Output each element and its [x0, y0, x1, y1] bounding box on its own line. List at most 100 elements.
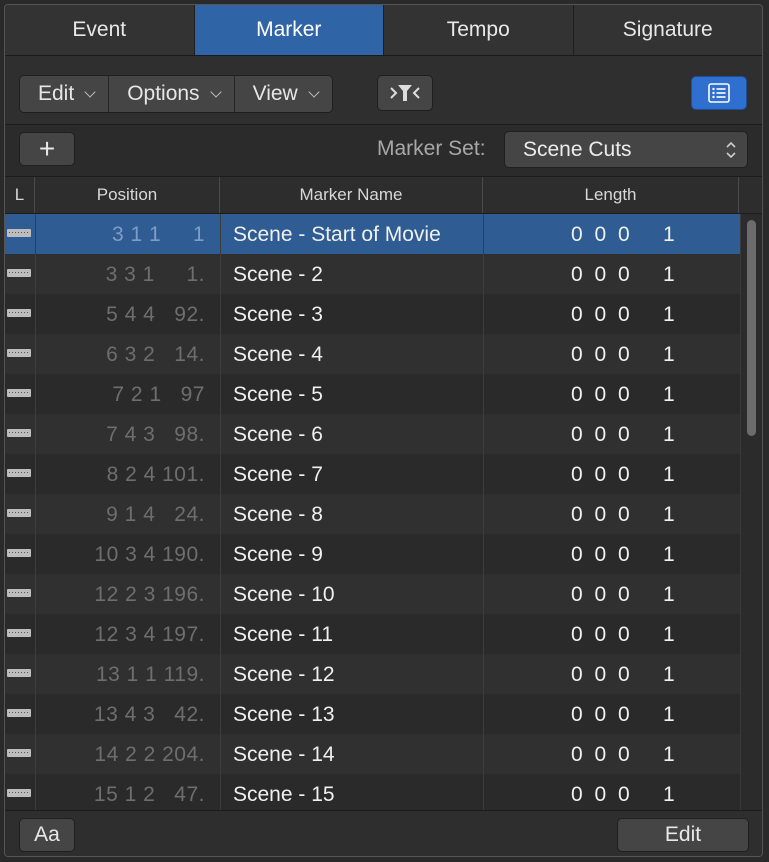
table-row[interactable]: 13 4 3 42. Scene - 13 0 0 0 1: [5, 694, 740, 734]
table-row[interactable]: 14 2 2 204. Scene - 14 0 0 0 1: [5, 734, 740, 774]
marker-length[interactable]: 0 0 0: [571, 623, 633, 647]
marker-length[interactable]: 0 0 0: [571, 503, 633, 527]
marker-lock-icon[interactable]: [7, 549, 31, 557]
marker-length[interactable]: 0 0 0: [571, 703, 633, 727]
list-view-button[interactable]: [691, 76, 747, 110]
marker-length-ticks[interactable]: 1: [663, 503, 675, 527]
marker-length[interactable]: 0 0 0: [571, 263, 633, 287]
table-row[interactable]: 12 3 4 197. Scene - 11 0 0 0 1: [5, 614, 740, 654]
marker-position[interactable]: 12 2 3 196.: [37, 583, 205, 607]
marker-lock-icon[interactable]: [7, 349, 31, 357]
marker-name[interactable]: Scene - 4: [233, 343, 323, 367]
marker-lock-icon[interactable]: [7, 709, 31, 717]
tab-tempo[interactable]: Tempo: [384, 5, 574, 55]
marker-length-ticks[interactable]: 1: [663, 303, 675, 327]
table-row[interactable]: 3 3 1 1. Scene - 2 0 0 0 1: [5, 254, 740, 294]
marker-position[interactable]: 5 4 4 92.: [37, 303, 205, 327]
marker-length[interactable]: 0 0 0: [571, 783, 633, 807]
marker-position[interactable]: 3 1 1 1: [37, 223, 205, 247]
marker-set-select[interactable]: Scene Cuts: [504, 131, 748, 168]
marker-lock-icon[interactable]: [7, 789, 31, 797]
marker-name[interactable]: Scene - 9: [233, 543, 323, 567]
tab-event[interactable]: Event: [5, 5, 195, 55]
marker-name[interactable]: Scene - Start of Movie: [233, 223, 441, 247]
marker-length-ticks[interactable]: 1: [663, 543, 675, 567]
marker-length-ticks[interactable]: 1: [663, 783, 675, 807]
marker-length[interactable]: 0 0 0: [571, 343, 633, 367]
table-row[interactable]: 7 2 1 97 Scene - 5 0 0 0 1: [5, 374, 740, 414]
marker-length-ticks[interactable]: 1: [663, 663, 675, 687]
marker-lock-icon[interactable]: [7, 509, 31, 517]
header-lock[interactable]: L: [5, 177, 35, 213]
add-marker-button[interactable]: +: [19, 132, 75, 166]
marker-position[interactable]: 7 2 1 97: [37, 383, 205, 407]
marker-position[interactable]: 13 4 3 42.: [37, 703, 205, 727]
marker-length-ticks[interactable]: 1: [663, 703, 675, 727]
marker-lock-icon[interactable]: [7, 629, 31, 637]
marker-position[interactable]: 15 1 2 47.: [37, 783, 205, 807]
table-row[interactable]: 7 4 3 98. Scene - 6 0 0 0 1: [5, 414, 740, 454]
marker-name[interactable]: Scene - 2: [233, 263, 323, 287]
table-row[interactable]: 10 3 4 190. Scene - 9 0 0 0 1: [5, 534, 740, 574]
marker-lock-icon[interactable]: [7, 429, 31, 437]
vertical-scrollbar[interactable]: [740, 214, 762, 810]
marker-length-ticks[interactable]: 1: [663, 343, 675, 367]
tab-marker[interactable]: Marker: [194, 5, 384, 55]
marker-lock-icon[interactable]: [7, 749, 31, 757]
marker-lock-icon[interactable]: [7, 309, 31, 317]
marker-length[interactable]: 0 0 0: [571, 663, 633, 687]
catch-filter-button[interactable]: [377, 75, 433, 111]
edit-menu-button[interactable]: Edit: [20, 76, 110, 112]
marker-position[interactable]: 10 3 4 190.: [37, 543, 205, 567]
marker-length[interactable]: 0 0 0: [571, 463, 633, 487]
marker-length-ticks[interactable]: 1: [663, 463, 675, 487]
marker-lock-icon[interactable]: [7, 669, 31, 677]
marker-name[interactable]: Scene - 10: [233, 583, 335, 607]
marker-length[interactable]: 0 0 0: [571, 383, 633, 407]
marker-name[interactable]: Scene - 6: [233, 423, 323, 447]
marker-length[interactable]: 0 0 0: [571, 583, 633, 607]
header-length[interactable]: Length: [483, 177, 739, 213]
marker-position[interactable]: 7 4 3 98.: [37, 423, 205, 447]
marker-name[interactable]: Scene - 14: [233, 743, 335, 767]
marker-length[interactable]: 0 0 0: [571, 543, 633, 567]
marker-length-ticks[interactable]: 1: [663, 583, 675, 607]
table-row[interactable]: 9 1 4 24. Scene - 8 0 0 0 1: [5, 494, 740, 534]
marker-length-ticks[interactable]: 1: [663, 423, 675, 447]
header-marker-name[interactable]: Marker Name: [220, 177, 483, 213]
table-row[interactable]: 15 1 2 47. Scene - 15 0 0 0 1: [5, 774, 740, 810]
marker-position[interactable]: 6 3 2 14.: [37, 343, 205, 367]
marker-length-ticks[interactable]: 1: [663, 623, 675, 647]
marker-position[interactable]: 12 3 4 197.: [37, 623, 205, 647]
marker-name[interactable]: Scene - 8: [233, 503, 323, 527]
marker-lock-icon[interactable]: [7, 389, 31, 397]
marker-position[interactable]: 14 2 2 204.: [37, 743, 205, 767]
marker-length-ticks[interactable]: 1: [663, 263, 675, 287]
marker-name[interactable]: Scene - 12: [233, 663, 335, 687]
scrollbar-thumb[interactable]: [747, 220, 756, 436]
table-row[interactable]: 8 2 4 101. Scene - 7 0 0 0 1: [5, 454, 740, 494]
view-menu-button[interactable]: View: [235, 76, 332, 112]
marker-length[interactable]: 0 0 0: [571, 743, 633, 767]
marker-length[interactable]: 0 0 0: [571, 303, 633, 327]
marker-position[interactable]: 13 1 1 119.: [37, 663, 205, 687]
marker-name[interactable]: Scene - 13: [233, 703, 335, 727]
marker-length[interactable]: 0 0 0: [571, 423, 633, 447]
table-row[interactable]: 5 4 4 92. Scene - 3 0 0 0 1: [5, 294, 740, 334]
text-size-button[interactable]: Aa: [19, 818, 75, 852]
marker-length[interactable]: 0 0 0: [571, 223, 633, 247]
header-position[interactable]: Position: [35, 177, 220, 213]
marker-name[interactable]: Scene - 11: [233, 623, 333, 647]
table-row[interactable]: 12 2 3 196. Scene - 10 0 0 0 1: [5, 574, 740, 614]
marker-name[interactable]: Scene - 7: [233, 463, 323, 487]
marker-lock-icon[interactable]: [7, 229, 31, 237]
marker-name[interactable]: Scene - 15: [233, 783, 335, 807]
options-menu-button[interactable]: Options: [109, 76, 235, 112]
marker-name[interactable]: Scene - 3: [233, 303, 323, 327]
edit-button[interactable]: Edit: [617, 818, 749, 852]
marker-lock-icon[interactable]: [7, 469, 31, 477]
table-row[interactable]: 6 3 2 14. Scene - 4 0 0 0 1: [5, 334, 740, 374]
table-row[interactable]: 13 1 1 119. Scene - 12 0 0 0 1: [5, 654, 740, 694]
marker-name[interactable]: Scene - 5: [233, 383, 323, 407]
marker-lock-icon[interactable]: [7, 589, 31, 597]
